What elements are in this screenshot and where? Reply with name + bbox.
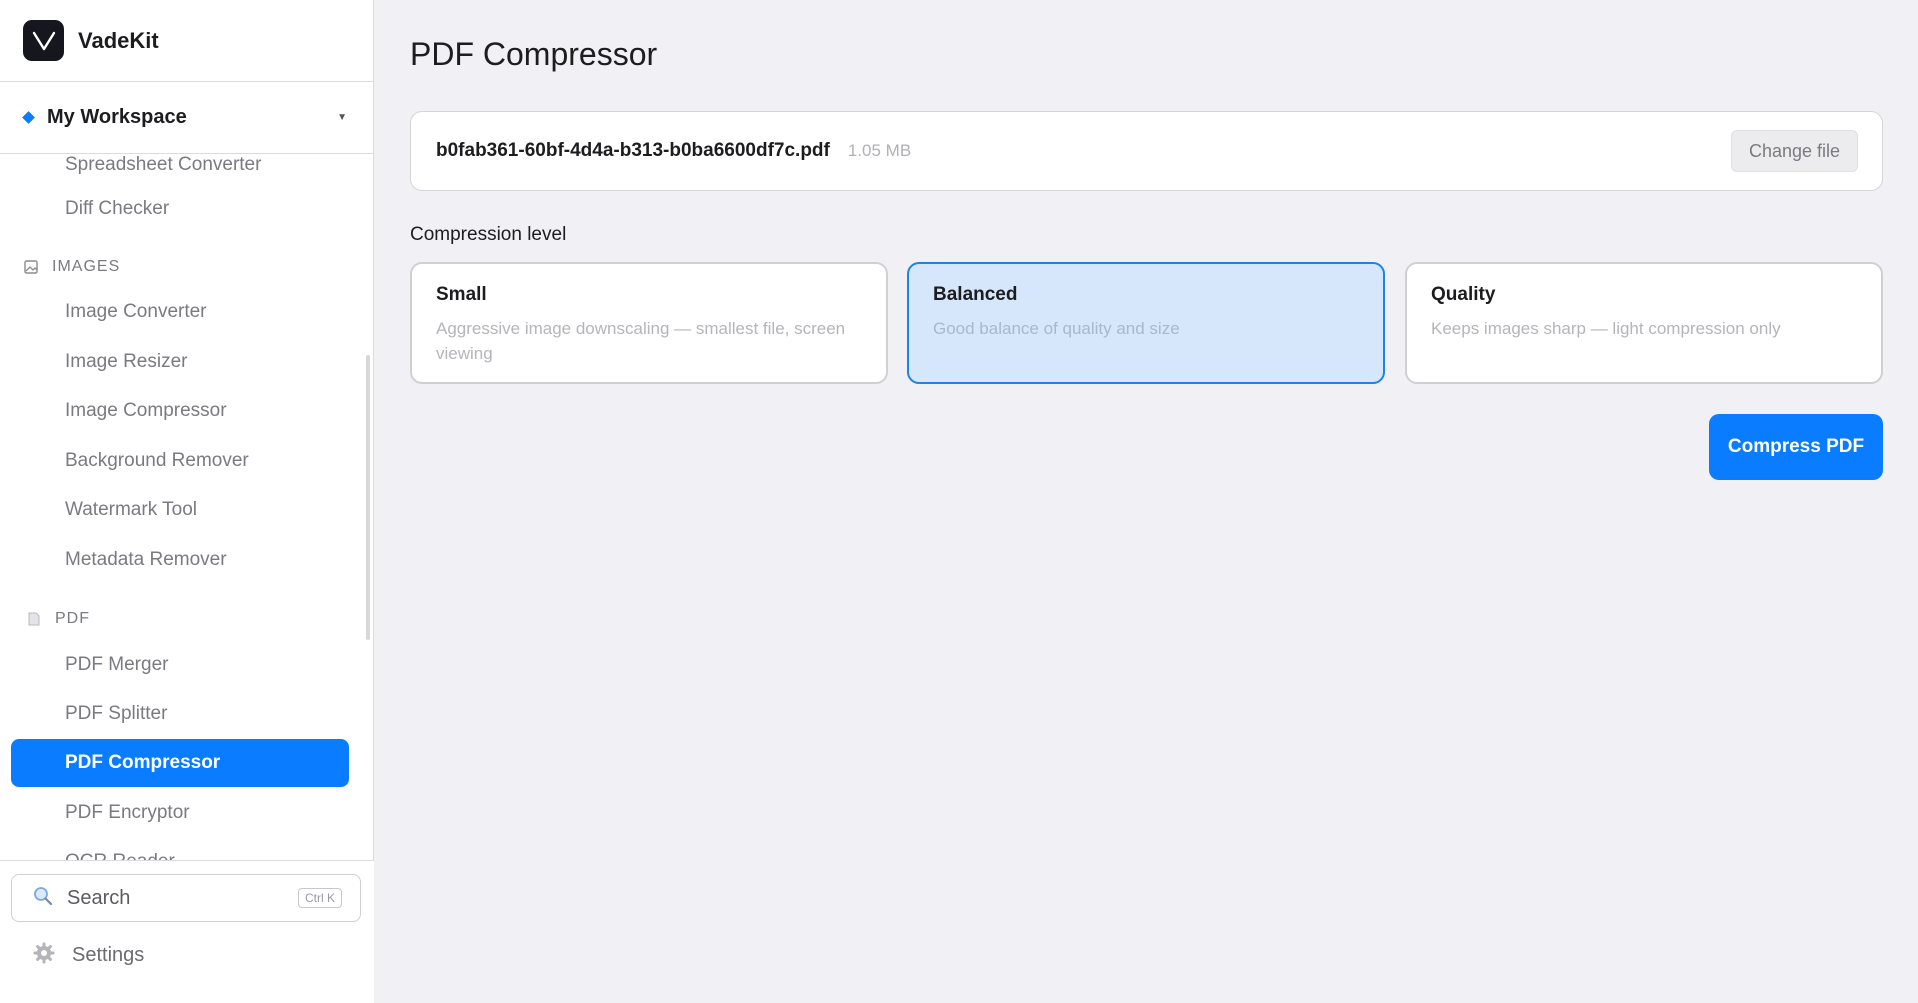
sidebar-item-pdf-compressor[interactable]: PDF Compressor [11,739,349,787]
file-size: 1.05 MB [847,141,912,160]
workspace-diamond-icon [22,111,35,124]
sidebar-item-pdf-merger[interactable]: PDF Merger [11,641,349,689]
compress-pdf-button[interactable]: Compress PDF [1709,414,1883,480]
search-icon [33,886,53,911]
settings-label: Settings [72,944,145,966]
sidebar-scrollbar[interactable] [366,355,370,640]
option-title: Quality [1431,284,1496,305]
option-description: Aggressive image downscaling — smallest … [436,319,846,363]
gear-icon [32,941,56,970]
app-name: VadeKit [78,27,159,53]
section-pdf: PDF [27,610,90,628]
sidebar-item-image-resizer[interactable]: Image Resizer [11,338,349,386]
workspace-label: My Workspace [47,106,187,128]
section-label-pdf: PDF [55,610,90,627]
workspace-switcher[interactable]: My Workspace ▼ [0,82,373,154]
app-logo [23,20,64,61]
sidebar-item-background-remover[interactable]: Background Remover [11,437,349,485]
page-title: PDF Compressor [410,36,658,72]
sidebar: VadeKit My Workspace ▼ Spreadsheet Conve… [0,0,374,1003]
document-icon [27,612,41,626]
option-title: Small [436,284,487,305]
sidebar-item-watermark-tool[interactable]: Watermark Tool [11,486,349,534]
section-images: IMAGES [24,258,120,276]
section-label-images: IMAGES [52,258,121,275]
sidebar-item-metadata-remover[interactable]: Metadata Remover [11,536,349,584]
sidebar-item-pdf-encryptor[interactable]: PDF Encryptor [11,789,349,837]
change-file-button[interactable]: Change file [1731,130,1858,172]
file-name: b0fab361-60bf-4d4a-b313-b0ba6600df7c.pdf [436,140,830,161]
selected-file-card: b0fab361-60bf-4d4a-b313-b0ba6600df7c.pdf… [410,111,1883,191]
compression-level-label: Compression level [410,224,567,245]
search-shortcut-badge: Ctrl K [298,888,342,908]
caret-down-icon: ▼ [337,112,347,123]
main-content: PDF Compressor b0fab361-60bf-4d4a-b313-b… [375,0,1918,1003]
settings-link[interactable]: Settings [32,941,144,970]
option-title: Balanced [933,284,1018,305]
sidebar-item-ocr-reader[interactable]: OCR Reader [11,838,349,860]
sidebar-item-diff-checker[interactable]: Diff Checker [11,185,349,233]
option-small[interactable]: Small Aggressive image downscaling — sma… [410,262,888,384]
search-box[interactable]: Search Ctrl K [11,874,361,922]
option-description: Keeps images sharp — light compression o… [1431,319,1781,338]
option-quality[interactable]: Quality Keeps images sharp — light compr… [1405,262,1883,384]
image-icon [24,260,38,274]
brand-header: VadeKit [0,0,373,82]
option-description: Good balance of quality and size [933,319,1180,338]
sidebar-item-spreadsheet-converter[interactable]: Spreadsheet Converter [11,155,349,189]
search-label: Search [67,886,131,909]
sidebar-item-image-converter[interactable]: Image Converter [11,288,349,336]
sidebar-nav: Spreadsheet Converter Diff Checker IMAGE… [0,155,374,860]
sidebar-footer: Search Ctrl K Settings [0,860,374,1003]
sidebar-item-pdf-splitter[interactable]: PDF Splitter [11,690,349,738]
sidebar-item-image-compressor[interactable]: Image Compressor [11,387,349,435]
option-balanced[interactable]: Balanced Good balance of quality and siz… [907,262,1385,384]
